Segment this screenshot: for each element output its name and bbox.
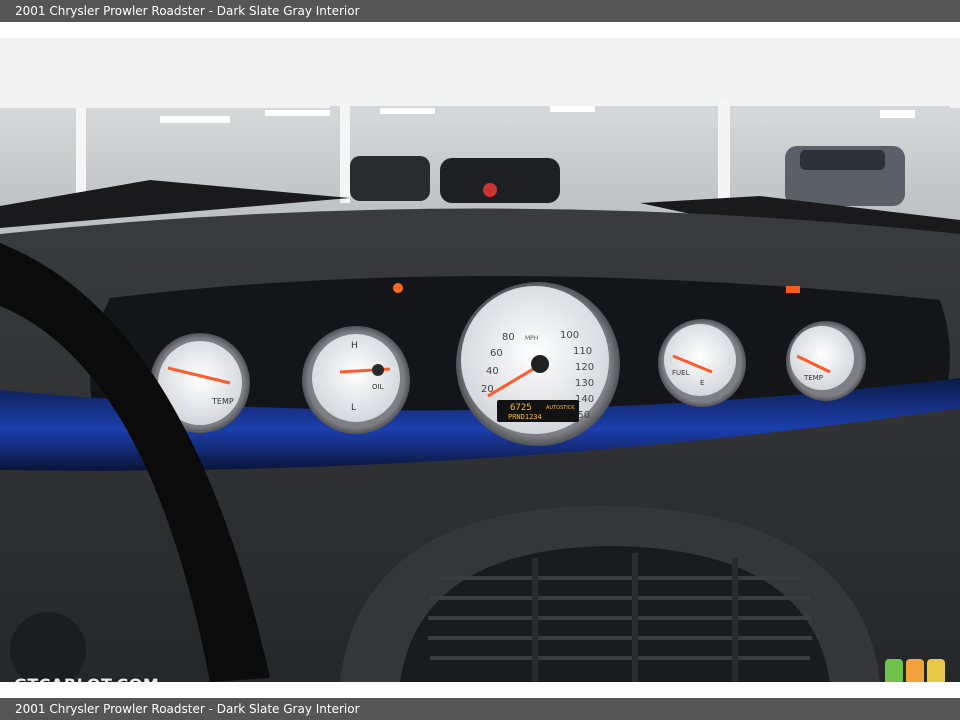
speed-tick-label: 100 [560, 330, 579, 341]
speed-tick-label: 130 [575, 378, 594, 389]
oil-high-label: H [351, 341, 358, 351]
gear-indicator: PRND1234 [508, 413, 542, 421]
spacer [0, 22, 960, 38]
oil-low-label: L [351, 403, 356, 413]
warning-light-icon [786, 286, 800, 293]
image-caption-bottom: 2001 Chrysler Prowler Roadster - Dark Sl… [0, 698, 960, 720]
fuel-gauge: FUEL E [658, 319, 746, 407]
oil-gauge-label: OIL [372, 383, 384, 391]
speed-tick-label: 80 [502, 332, 515, 343]
image-caption-top: 2001 Chrysler Prowler Roadster - Dark Sl… [0, 0, 960, 22]
speed-unit-label: MPH [525, 335, 538, 342]
spacer [0, 682, 960, 698]
speed-tick-label: 40 [486, 366, 499, 377]
odometer-value: 6725 [510, 403, 532, 413]
dashboard-photo: TEMP H L OIL 20 40 60 80 100 110 120 130 140 150 … [0, 38, 960, 682]
right-gauge: TEMP [786, 321, 866, 401]
speedometer: 20406080 100110120130140150 MPH 6725 AUTO… [456, 282, 620, 446]
odometer-mode: AUTOSTICK [546, 405, 575, 411]
left-gauge-label: TEMP [211, 397, 234, 406]
warning-light-icon [393, 283, 403, 293]
speed-tick-label: 110 [573, 346, 592, 357]
fuel-gauge-label: FUEL [672, 369, 690, 377]
speed-tick-label: 60 [490, 348, 503, 359]
speed-tick-label: 120 [575, 362, 594, 373]
right-gauge-label: TEMP [803, 374, 823, 382]
fuel-empty-label: E [700, 379, 704, 387]
oil-gauge: H L OIL [302, 326, 410, 434]
